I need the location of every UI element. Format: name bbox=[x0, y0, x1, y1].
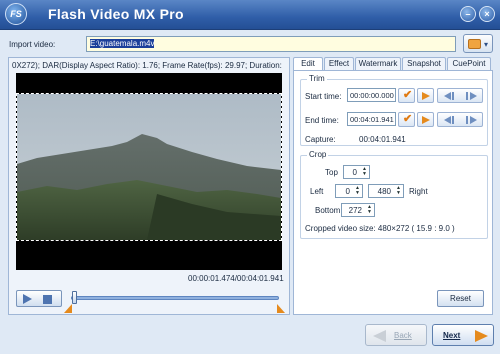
goto-start-button[interactable] bbox=[417, 88, 434, 103]
settings-tabs: Edit Effect Watermark Snapshot CuePoint bbox=[293, 57, 493, 71]
crop-top-value: 0 bbox=[352, 168, 357, 177]
rewind-icon bbox=[444, 116, 451, 124]
seek-slider-thumb[interactable] bbox=[72, 291, 78, 304]
check-icon: ✔ bbox=[403, 89, 413, 101]
start-time-input[interactable]: 00:00:00.000 bbox=[347, 88, 396, 102]
crop-right-value: 480 bbox=[377, 187, 391, 196]
crop-rectangle[interactable] bbox=[16, 93, 282, 241]
forward-icon bbox=[470, 116, 477, 124]
rewind-icon bbox=[444, 92, 451, 100]
capture-value: 00:04:01.941 bbox=[359, 135, 406, 144]
crop-bottom-value: 272 bbox=[348, 206, 362, 215]
crop-right-label: Right bbox=[409, 187, 428, 196]
play-icon[interactable] bbox=[23, 294, 32, 304]
open-file-button[interactable]: ▾ bbox=[463, 34, 493, 53]
crop-left-label: Left bbox=[310, 187, 324, 196]
arrow-right-icon bbox=[475, 330, 488, 342]
preview-panel: 0X272); DAR(Display Aspect Ratio): 1.76;… bbox=[8, 57, 290, 315]
crop-group: Crop Top 0 ▲ ▼ Left 0 ▲ ▼ 480 ▲ ▼ Right Bottom… bbox=[300, 150, 488, 239]
arrow-right-icon bbox=[422, 116, 430, 124]
playback-controls bbox=[16, 290, 62, 307]
tab-edit[interactable]: Edit bbox=[293, 57, 323, 71]
set-start-button[interactable]: ✔ bbox=[398, 88, 415, 103]
spinner-arrows-icon[interactable]: ▲ ▼ bbox=[367, 205, 372, 215]
seek-start-button[interactable] bbox=[437, 88, 483, 103]
end-time-input[interactable]: 00:04:01.941 bbox=[347, 112, 396, 126]
back-button-label: Back bbox=[394, 331, 412, 340]
edit-panel: Trim Start time: 00:00:00.000 ✔ End time… bbox=[293, 70, 493, 315]
crop-top-spinner[interactable]: 0 ▲ ▼ bbox=[343, 165, 370, 179]
title-bar: FS Flash Video MX Pro – × bbox=[0, 0, 500, 30]
start-time-label: Start time: bbox=[305, 92, 342, 101]
import-video-input[interactable]: E:\guatemala.m4v bbox=[86, 36, 456, 52]
chevron-down-icon: ▾ bbox=[484, 40, 489, 49]
set-end-button[interactable]: ✔ bbox=[398, 112, 415, 127]
mark-in-handle[interactable] bbox=[64, 304, 72, 313]
spinner-arrows-icon[interactable]: ▲ ▼ bbox=[362, 167, 367, 177]
arrow-left-icon bbox=[373, 330, 386, 342]
back-button[interactable]: Back bbox=[365, 324, 427, 346]
app-logo-icon: FS bbox=[5, 3, 27, 25]
forward-icon bbox=[470, 92, 477, 100]
cropped-size-text: Cropped video size: 480×272 ( 15.9 : 9.0… bbox=[305, 224, 455, 233]
video-preview bbox=[16, 73, 282, 270]
import-video-value: E:\guatemala.m4v bbox=[90, 39, 155, 48]
next-button-label: Next bbox=[443, 331, 461, 340]
check-icon: ✔ bbox=[403, 113, 413, 125]
crop-left-value: 0 bbox=[345, 187, 350, 196]
spinner-arrows-icon[interactable]: ▲ ▼ bbox=[355, 186, 360, 196]
video-info-text: 0X272); DAR(Display Aspect Ratio): 1.76;… bbox=[12, 61, 282, 70]
crop-left-spinner[interactable]: 0 ▲ ▼ bbox=[335, 184, 363, 198]
crop-title: Crop bbox=[307, 150, 329, 159]
playback-time: 00:00:01.474/00:04:01.941 bbox=[188, 274, 284, 283]
trim-title: Trim bbox=[307, 74, 327, 83]
tab-cuepoint[interactable]: CuePoint bbox=[447, 57, 491, 70]
tab-snapshot[interactable]: Snapshot bbox=[402, 57, 446, 70]
stop-icon[interactable] bbox=[43, 295, 52, 304]
mark-out-handle[interactable] bbox=[277, 304, 285, 313]
trim-group: Trim Start time: 00:00:00.000 ✔ End time… bbox=[300, 74, 488, 146]
goto-end-button[interactable] bbox=[417, 112, 434, 127]
close-button[interactable]: × bbox=[479, 6, 495, 22]
minimize-button[interactable]: – bbox=[460, 6, 476, 22]
crop-right-spinner[interactable]: 480 ▲ ▼ bbox=[368, 184, 404, 198]
capture-label: Capture: bbox=[305, 135, 336, 144]
seek-end-button[interactable] bbox=[437, 112, 483, 127]
reset-button[interactable]: Reset bbox=[437, 290, 484, 307]
crop-top-label: Top bbox=[325, 168, 338, 177]
folder-icon bbox=[468, 39, 481, 49]
import-video-label: Import video: bbox=[9, 40, 56, 49]
app-title: Flash Video MX Pro bbox=[48, 6, 184, 22]
crop-bottom-spinner[interactable]: 272 ▲ ▼ bbox=[341, 203, 375, 217]
crop-bottom-label: Bottom bbox=[315, 206, 341, 215]
tab-watermark[interactable]: Watermark bbox=[355, 57, 401, 70]
arrow-right-icon bbox=[422, 92, 430, 100]
spinner-arrows-icon[interactable]: ▲ ▼ bbox=[396, 186, 401, 196]
seek-slider[interactable] bbox=[71, 296, 279, 300]
tab-effect[interactable]: Effect bbox=[324, 57, 354, 70]
end-time-label: End time: bbox=[305, 116, 339, 125]
next-button[interactable]: Next bbox=[432, 324, 494, 346]
